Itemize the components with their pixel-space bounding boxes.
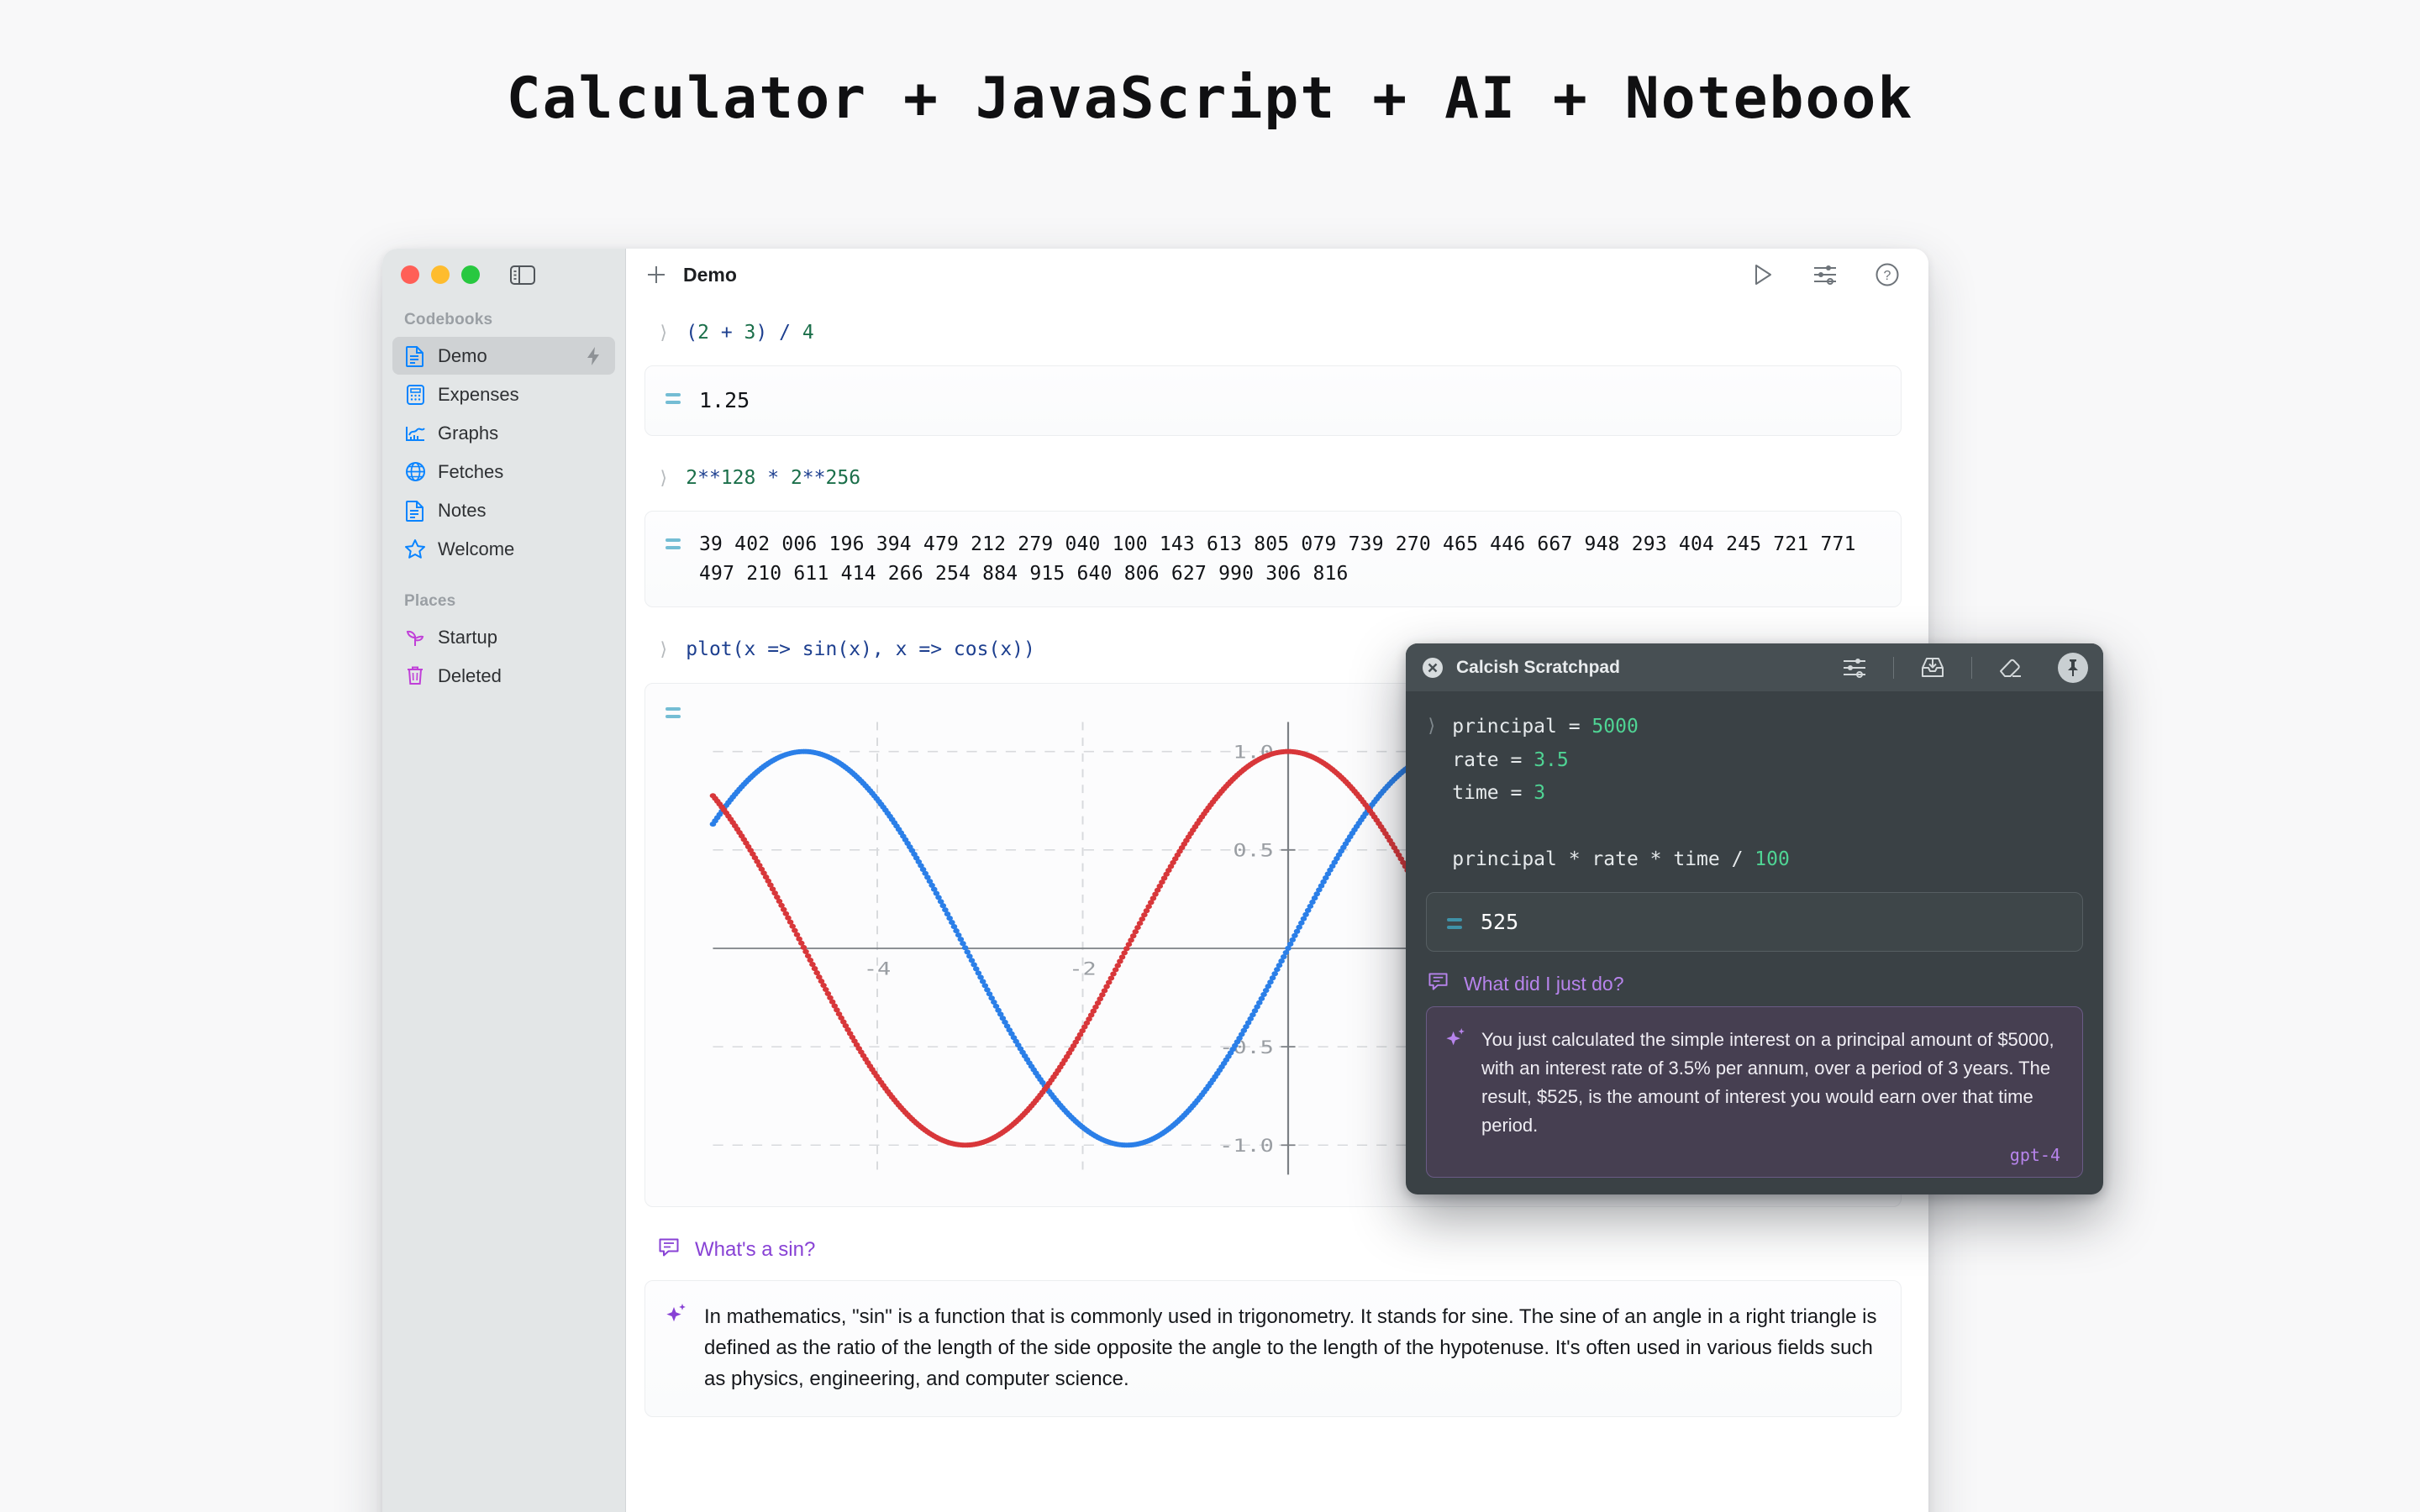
code-text: 2**128 * 2**256 [686, 465, 860, 492]
code-text: (2 + 3) / 4 [686, 319, 813, 347]
inbox-download-icon[interactable] [1919, 654, 1946, 681]
scratchpad-code-text: principal = 5000 rate = 3.5 time = 3 pri… [1452, 711, 1790, 877]
result-value: 1.25 [699, 385, 750, 417]
scratchpad-code-cell[interactable]: ⟩ principal = 5000 rate = 3.5 time = 3 p… [1426, 711, 2083, 877]
equals-icon [666, 705, 681, 723]
document-icon [404, 500, 426, 522]
question-circle-icon[interactable]: ? [1873, 260, 1902, 289]
result-cell: 1.25 [644, 365, 1902, 436]
page-title: Calculator + JavaScript + AI + Notebook [0, 66, 2420, 132]
chart-icon [404, 423, 426, 444]
model-badge: gpt-4 [1481, 1145, 2060, 1165]
chevron-right-icon: ⟩ [658, 636, 669, 664]
code-text: plot(x => sin(x), x => cos(x)) [686, 636, 1035, 664]
ai-prompt-cell[interactable]: What's a sin? [644, 1226, 1902, 1275]
sliders-icon[interactable] [1811, 260, 1839, 289]
calculator-icon [404, 384, 426, 406]
svg-text:-1.0: -1.0 [1219, 1134, 1274, 1156]
chevron-right-icon: ⟩ [1426, 711, 1437, 877]
toolbar-divider [1893, 657, 1894, 679]
page-root: Calculator + JavaScript + AI + Notebook [0, 0, 2420, 1512]
sidebar-item-notes[interactable]: Notes [392, 491, 615, 529]
main-header: Demo ? [626, 249, 1928, 301]
sidebar-item-startup[interactable]: Startup [392, 618, 615, 656]
sidebar-item-fetches[interactable]: Fetches [392, 453, 615, 491]
globe-icon [404, 461, 426, 483]
star-icon [404, 538, 426, 560]
result-cell: 39 402 006 196 394 479 212 279 040 100 1… [644, 511, 1902, 607]
minimize-window-button[interactable] [431, 265, 450, 284]
chat-bubble-icon [658, 1237, 680, 1263]
document-icon [404, 345, 426, 367]
svg-text:?: ? [1884, 269, 1891, 283]
toolbar-divider [1971, 657, 1972, 679]
sidebar-toggle-icon[interactable] [510, 265, 535, 285]
sidebar-item-label: Welcome [438, 538, 603, 560]
scratchpad-result-cell: 525 [1426, 892, 2083, 952]
equals-icon [1447, 916, 1462, 934]
sidebar-item-label: Graphs [438, 423, 603, 444]
close-circle-icon[interactable] [1421, 656, 1444, 680]
ai-answer-cell: In mathematics, "sin" is a function that… [644, 1280, 1902, 1418]
scratchpad-ai-answer: You just calculated the simple interest … [1426, 1006, 2083, 1178]
ai-answer-text: In mathematics, "sin" is a function that… [704, 1301, 1877, 1395]
equals-icon [666, 536, 681, 554]
chevron-right-icon: ⟩ [658, 319, 669, 347]
close-window-button[interactable] [401, 265, 419, 284]
page-title: Demo [683, 264, 737, 286]
svg-text:-2: -2 [1069, 958, 1096, 979]
sidebar-item-label: Startup [438, 627, 603, 648]
sidebar-item-deleted[interactable]: Deleted [392, 657, 615, 695]
svg-text:-4: -4 [864, 958, 891, 979]
scratchpad-title: Calcish Scratchpad [1456, 658, 1620, 678]
scratchpad-titlebar: Calcish Scratchpad [1406, 643, 2103, 692]
sidebar-section-codebooks-label: Codebooks [382, 301, 625, 336]
code-cell[interactable]: ⟩ (2 + 3) / 4 [644, 307, 1902, 359]
sparkle-icon [666, 1303, 687, 1332]
sidebar-item-label: Demo [438, 345, 571, 367]
sidebar-item-label: Fetches [438, 461, 603, 483]
sidebar-item-label: Deleted [438, 665, 603, 687]
eraser-icon[interactable] [1997, 654, 2024, 681]
svg-text:0.5: 0.5 [1233, 839, 1274, 861]
equals-icon [666, 391, 681, 409]
sparkle-icon [1445, 1027, 1466, 1056]
play-icon[interactable] [1749, 260, 1777, 289]
zoom-window-button[interactable] [461, 265, 480, 284]
sidebar-section-places-label: Places [382, 569, 625, 617]
sidebar-item-label: Notes [438, 500, 603, 522]
code-cell[interactable]: ⟩ 2**128 * 2**256 [644, 453, 1902, 504]
ai-prompt-text: What's a sin? [695, 1238, 815, 1262]
sprout-icon [404, 627, 426, 648]
sidebar-item-welcome[interactable]: Welcome [392, 530, 615, 568]
scratchpad-result-value: 525 [1481, 910, 1518, 934]
sliders-icon[interactable] [1841, 654, 1868, 681]
sidebar: Codebooks Demo Expenses [382, 249, 626, 1512]
sidebar-item-label: Expenses [438, 384, 603, 406]
sidebar-item-demo[interactable]: Demo [392, 337, 615, 375]
scratchpad-ai-prompt-text: What did I just do? [1464, 973, 1624, 995]
window-controls [382, 249, 625, 301]
scratchpad-window: Calcish Scratchpad [1406, 643, 2103, 1194]
scratchpad-ai-prompt[interactable]: What did I just do? [1426, 960, 2083, 1006]
pin-icon[interactable] [2058, 653, 2088, 683]
chat-bubble-icon [1428, 972, 1449, 996]
sidebar-item-expenses[interactable]: Expenses [392, 375, 615, 413]
result-value: 39 402 006 196 394 479 212 279 040 100 1… [699, 530, 1881, 588]
plus-icon[interactable] [644, 263, 668, 286]
svg-text:1.0: 1.0 [1233, 741, 1274, 763]
sidebar-item-graphs[interactable]: Graphs [392, 414, 615, 452]
scratchpad-ai-answer-text: You just calculated the simple interest … [1481, 1026, 2060, 1140]
chevron-right-icon: ⟩ [658, 465, 669, 492]
trash-icon [404, 665, 426, 687]
lightning-bolt-icon [583, 346, 603, 366]
scratchpad-body: ⟩ principal = 5000 rate = 3.5 time = 3 p… [1406, 692, 2103, 1194]
